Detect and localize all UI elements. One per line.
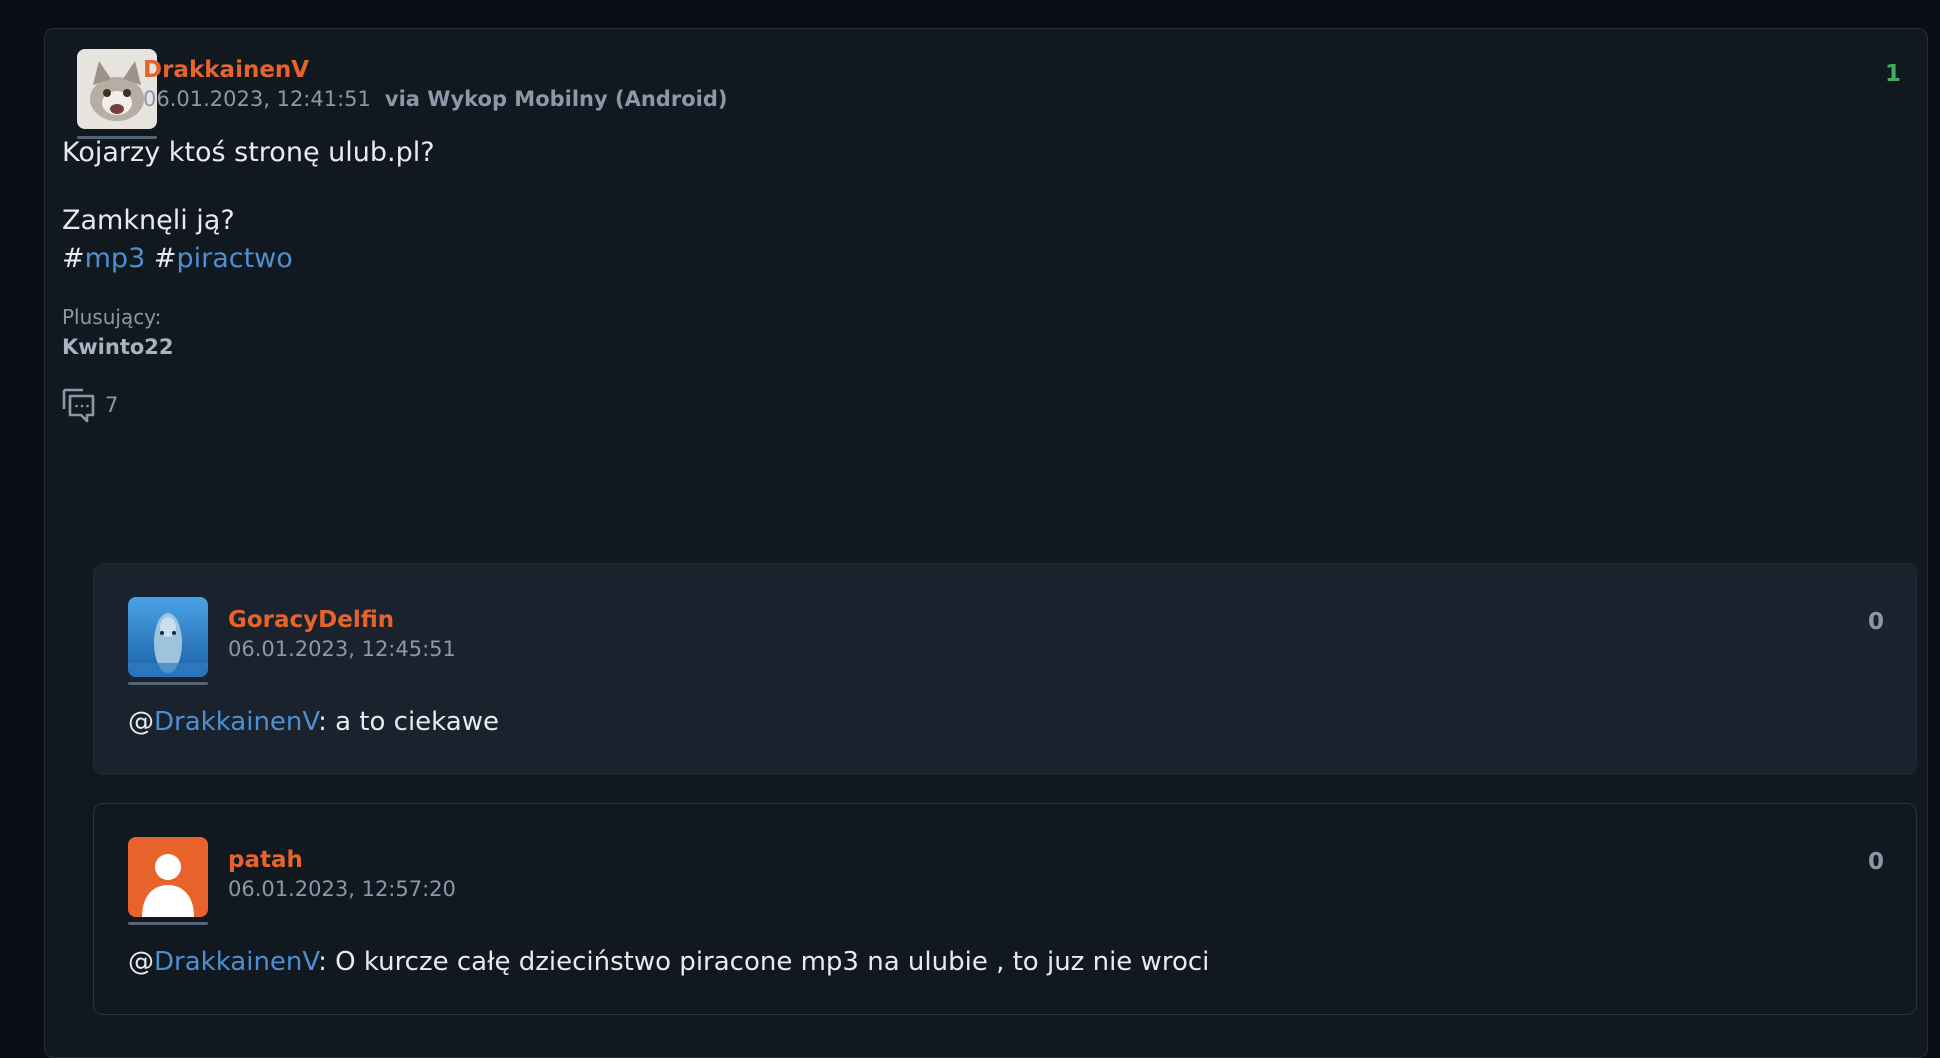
- post-timestamp[interactable]: 06.01.2023, 12:41:51: [143, 87, 371, 111]
- reply-avatar[interactable]: [128, 837, 208, 917]
- reply-text: @DrakkainenV: a to ciekawe: [128, 707, 499, 737]
- post-meta: 06.01.2023, 12:41:51 via Wykop Mobilny (A…: [143, 87, 727, 111]
- reply-card: GoracyDelfin 06.01.2023, 12:45:51 0 @Dra…: [93, 563, 1917, 775]
- reply-card: patah 06.01.2023, 12:57:20 0 @Drakkainen…: [93, 803, 1917, 1015]
- post-score[interactable]: 1: [1885, 61, 1901, 87]
- mention-link[interactable]: DrakkainenV: [154, 707, 318, 737]
- reply-author[interactable]: GoracyDelfin: [228, 607, 394, 633]
- mention-at: @: [128, 947, 154, 977]
- post-via[interactable]: via Wykop Mobilny (Android): [385, 87, 728, 111]
- plus-user[interactable]: Kwinto22: [62, 335, 174, 359]
- post-line-2: Zamknęli ją?: [62, 205, 235, 236]
- reply-author[interactable]: patah: [228, 847, 303, 873]
- reply-body: : O kurcze całę dzieciństwo piracone mp3…: [318, 947, 1210, 977]
- tag-mp3[interactable]: mp3: [85, 243, 146, 274]
- reply-avatar-underline: [128, 922, 208, 925]
- tag-hash: #: [153, 243, 177, 274]
- reply-avatar-underline: [128, 682, 208, 685]
- post-author[interactable]: DrakkainenV: [143, 57, 309, 83]
- comments-icon[interactable]: [61, 387, 97, 423]
- reply-timestamp[interactable]: 06.01.2023, 12:45:51: [228, 637, 456, 661]
- tag-piractwo[interactable]: piractwo: [176, 243, 292, 274]
- mention-link[interactable]: DrakkainenV: [154, 947, 318, 977]
- entry-card: DrakkainenV 06.01.2023, 12:41:51 via Wyko…: [44, 28, 1928, 1058]
- tag-hash: #: [62, 243, 85, 274]
- reply-score[interactable]: 0: [1868, 609, 1884, 635]
- reply-score[interactable]: 0: [1868, 849, 1884, 875]
- comments-count[interactable]: 7: [105, 393, 118, 417]
- reply-avatar[interactable]: [128, 597, 208, 677]
- post-tags: #mp3 #piractwo: [62, 243, 293, 274]
- reply-text: @DrakkainenV: O kurcze całę dzieciństwo …: [128, 947, 1209, 977]
- mention-at: @: [128, 707, 154, 737]
- post-line-1: Kojarzy ktoś stronę ulub.pl?: [62, 137, 435, 168]
- reply-body: : a to ciekawe: [318, 707, 499, 737]
- reply-timestamp[interactable]: 06.01.2023, 12:57:20: [228, 877, 456, 901]
- plus-label: Plusujący:: [62, 305, 162, 329]
